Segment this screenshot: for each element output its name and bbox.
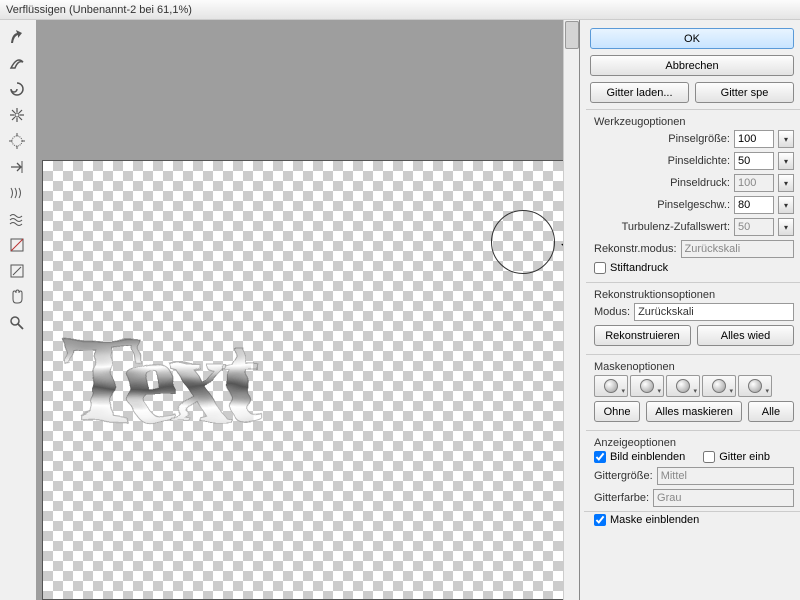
modus-select[interactable] <box>634 303 794 321</box>
mask-subtract-button[interactable]: ▾ <box>666 375 700 397</box>
load-mesh-button[interactable]: Gitter laden... <box>590 82 689 103</box>
pucker-tool[interactable] <box>4 104 30 126</box>
brush-pressure-input <box>734 174 774 192</box>
reconstruct-tool[interactable] <box>4 52 30 74</box>
restore-all-button[interactable]: Alles wied <box>697 325 794 346</box>
turbulence-label: Turbulenz-Zufallswert: <box>622 221 730 233</box>
mesh-color-label: Gitterfarbe: <box>594 492 649 504</box>
reconstruct-options-group: Rekonstruktionsoptionen Modus: Rekonstru… <box>586 282 800 348</box>
view-options-label: Anzeigeoptionen <box>594 437 794 449</box>
tool-options-label: Werkzeugoptionen <box>594 116 794 128</box>
stylus-pressure-label: Stiftandruck <box>610 262 668 274</box>
modus-label: Modus: <box>594 306 630 318</box>
brush-size-input[interactable] <box>734 130 774 148</box>
show-mask-checkbox[interactable] <box>594 514 606 526</box>
cancel-button[interactable]: Abbrechen <box>590 55 794 76</box>
tool-options-group: Werkzeugoptionen Pinselgröße: Pinseldich… <box>586 109 800 276</box>
mirror-tool[interactable] <box>4 182 30 204</box>
content: Text ➤ OK Abbrechen Gitter laden... Gitt… <box>0 20 800 600</box>
brush-density-dropdown[interactable] <box>778 152 794 170</box>
zoom-tool[interactable] <box>4 312 30 334</box>
window-title: Verflüssigen (Unbenannt-2 bei 61,1%) <box>6 4 192 16</box>
vertical-scrollbar[interactable] <box>563 20 579 600</box>
turbulence-input <box>734 218 774 236</box>
twirl-tool[interactable] <box>4 78 30 100</box>
brush-density-input[interactable] <box>734 152 774 170</box>
save-mesh-button[interactable]: Gitter spe <box>695 82 794 103</box>
transparency-checker: Text <box>43 161 565 599</box>
liquid-text: Text <box>63 311 253 449</box>
reconstruct-options-label: Rekonstruktionsoptionen <box>594 289 794 301</box>
brush-rate-dropdown[interactable] <box>778 196 794 214</box>
brush-pressure-dropdown[interactable] <box>778 174 794 192</box>
mesh-size-select <box>657 467 794 485</box>
show-image-label: Bild einblenden <box>610 451 685 463</box>
brush-pressure-label: Pinseldruck: <box>670 177 730 189</box>
turbulence-tool[interactable] <box>4 208 30 230</box>
brush-rate-label: Pinselgeschw.: <box>657 199 730 211</box>
freeze-mask-tool[interactable] <box>4 234 30 256</box>
push-left-tool[interactable] <box>4 156 30 178</box>
show-image-checkbox[interactable] <box>594 451 606 463</box>
divider <box>584 511 800 512</box>
bloat-tool[interactable] <box>4 130 30 152</box>
ok-button[interactable]: OK <box>590 28 794 49</box>
mask-none-button[interactable]: Ohne <box>594 401 640 422</box>
mask-options-label: Maskenoptionen <box>594 361 794 373</box>
reconstruct-mode-select <box>681 240 794 258</box>
liquify-dialog: Verflüssigen (Unbenannt-2 bei 61,1%) Tex… <box>0 0 800 600</box>
show-mask-label: Maske einblenden <box>610 514 699 526</box>
mesh-size-label: Gittergröße: <box>594 470 653 482</box>
brush-size-dropdown[interactable] <box>778 130 794 148</box>
mask-all-button[interactable]: Alles maskieren <box>646 401 742 422</box>
thaw-mask-tool[interactable] <box>4 260 30 282</box>
mask-replace-button[interactable]: ▾ <box>594 375 628 397</box>
brush-rate-input[interactable] <box>734 196 774 214</box>
stylus-pressure-checkbox[interactable] <box>594 262 606 274</box>
turbulence-dropdown[interactable] <box>778 218 794 236</box>
brush-size-label: Pinselgröße: <box>668 133 730 145</box>
mask-add-button[interactable]: ▾ <box>630 375 664 397</box>
forward-warp-tool[interactable] <box>4 26 30 48</box>
canvas-area[interactable]: Text ➤ <box>36 20 580 600</box>
view-options-group: Anzeigeoptionen Bild einblenden Gitter e… <box>586 430 800 528</box>
reconstruct-button[interactable]: Rekonstruieren <box>594 325 691 346</box>
canvas[interactable]: Text <box>42 160 566 600</box>
mask-invert-all-button[interactable]: Alle <box>748 401 794 422</box>
hand-tool[interactable] <box>4 286 30 308</box>
brush-cursor-circle <box>491 210 555 274</box>
show-mesh-label: Gitter einb <box>719 451 770 463</box>
options-panel: OK Abbrechen Gitter laden... Gitter spe … <box>580 20 800 600</box>
show-mesh-checkbox[interactable] <box>703 451 715 463</box>
reconstruct-mode-label: Rekonstr.modus: <box>594 243 677 255</box>
tool-toolbar <box>0 20 36 600</box>
brush-density-label: Pinseldichte: <box>668 155 730 167</box>
mask-intersect-button[interactable]: ▾ <box>702 375 736 397</box>
mesh-color-select <box>653 489 794 507</box>
titlebar: Verflüssigen (Unbenannt-2 bei 61,1%) <box>0 0 800 20</box>
scroll-thumb[interactable] <box>565 21 579 49</box>
mask-invert-button[interactable]: ▾ <box>738 375 772 397</box>
mask-options-group: Maskenoptionen ▾ ▾ ▾ ▾ ▾ Ohne Alles mask… <box>586 354 800 424</box>
